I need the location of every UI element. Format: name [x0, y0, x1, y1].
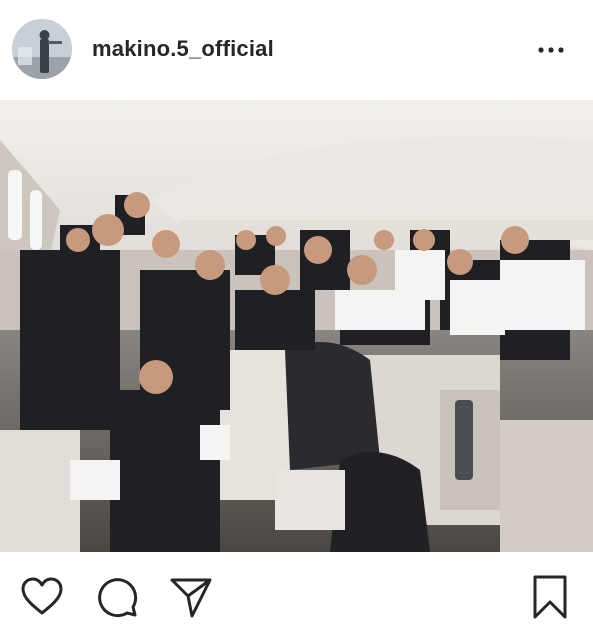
more-options-icon[interactable]	[533, 39, 569, 61]
post-photo[interactable]	[0, 100, 593, 552]
heart-icon[interactable]	[19, 574, 65, 620]
post-actions	[0, 552, 593, 640]
comment-bubble-icon[interactable]	[94, 574, 140, 620]
profile-avatar[interactable]	[12, 19, 72, 79]
paper-plane-icon[interactable]	[168, 574, 214, 620]
post-header: makino.5_official	[0, 0, 593, 100]
username[interactable]: makino.5_official	[92, 36, 274, 62]
bookmark-icon[interactable]	[527, 574, 573, 620]
